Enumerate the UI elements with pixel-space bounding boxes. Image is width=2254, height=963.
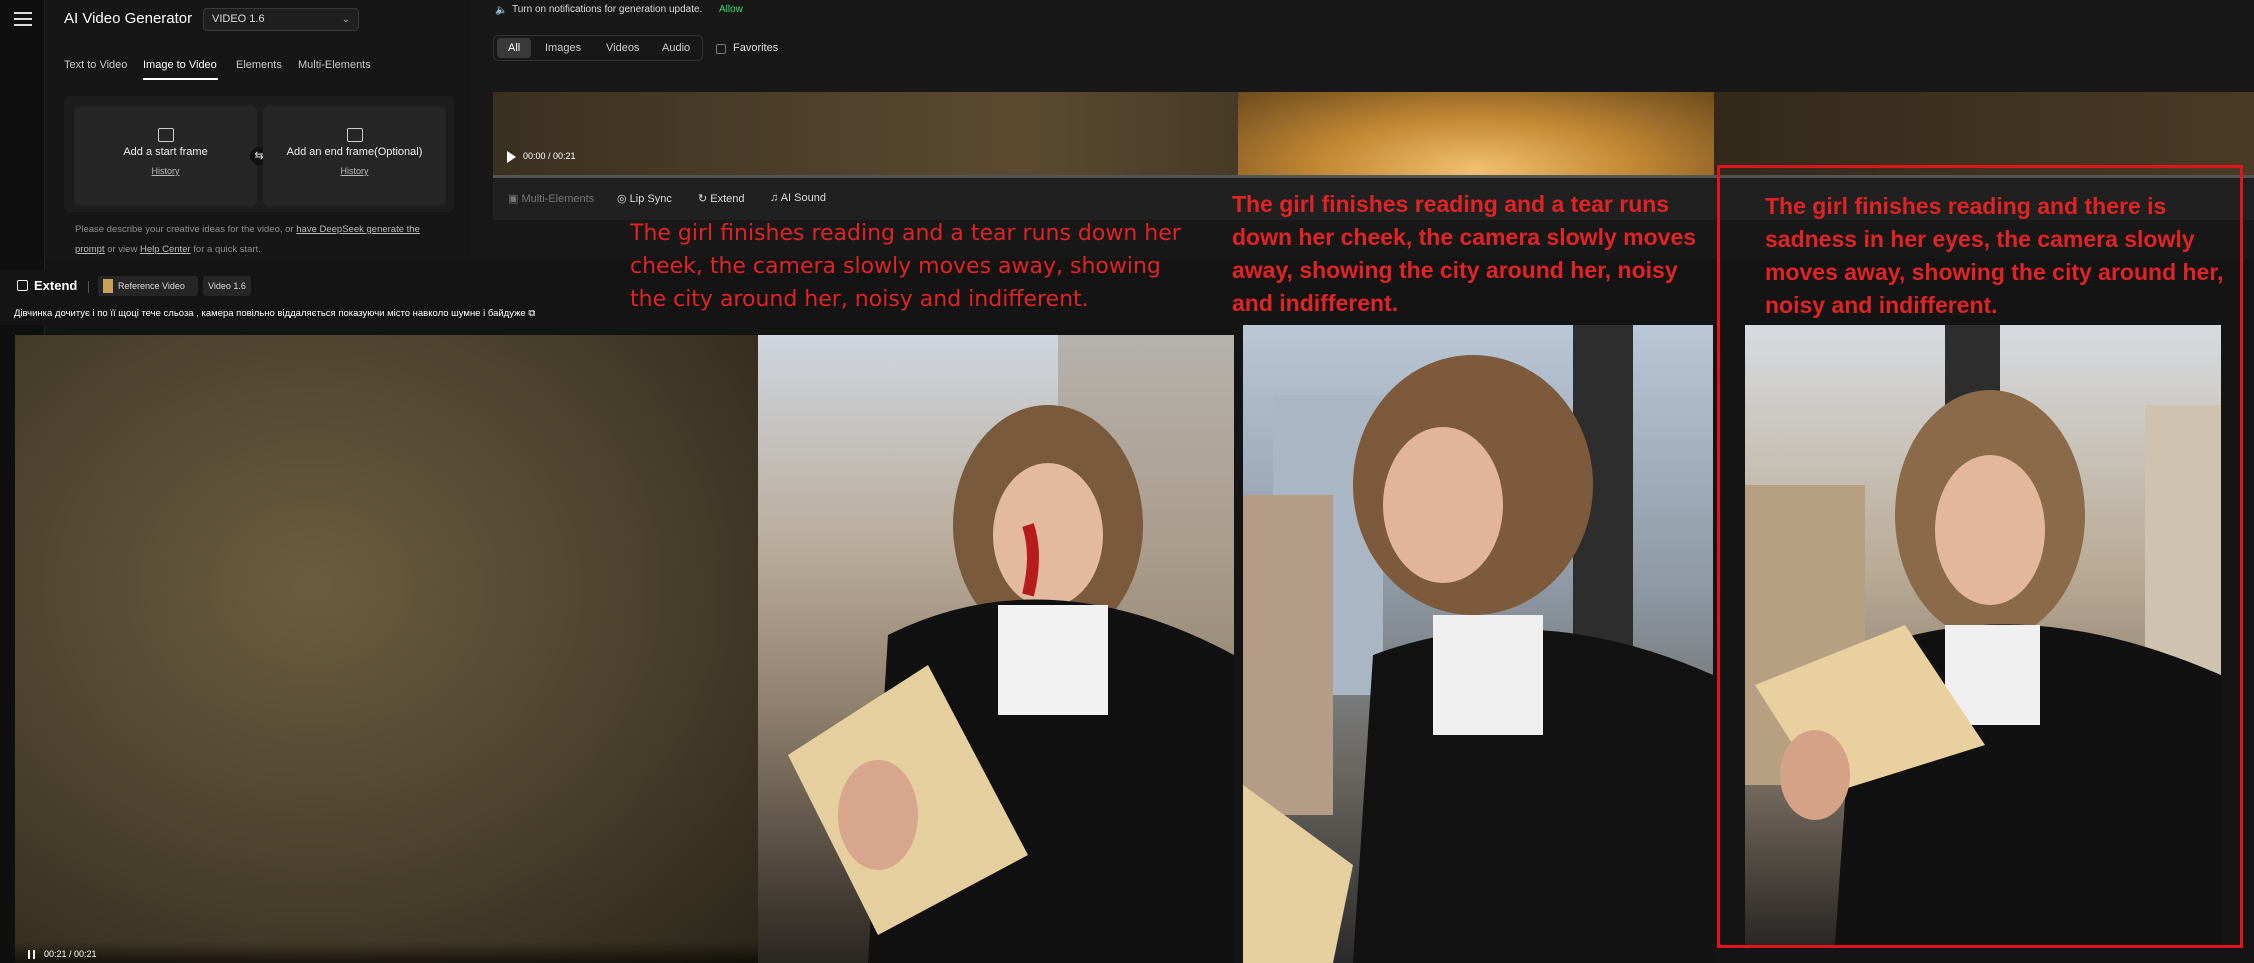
video-thumbnail (1238, 92, 1714, 178)
lip-sync-button[interactable]: ◎ Lip Sync (617, 192, 672, 205)
copy-icon[interactable]: ⧉ (528, 308, 535, 319)
extend-button[interactable]: ↻ Extend (698, 192, 745, 205)
hamburger-menu-icon[interactable] (14, 12, 32, 26)
filter-audio[interactable]: Audio (662, 42, 690, 54)
favorites-checkbox[interactable] (716, 44, 726, 54)
add-image-icon (157, 128, 174, 142)
filter-videos[interactable]: Videos (606, 42, 639, 54)
model-select-value: VIDEO 1.6 (212, 13, 265, 25)
app-title: AI Video Generator (64, 10, 193, 27)
version-chip: Video 1.6 (203, 276, 251, 296)
active-tab-indicator (143, 78, 218, 80)
extend-title: Extend (34, 278, 78, 293)
start-frame-card[interactable]: Add a start frame History (74, 106, 257, 206)
prompt-placeholder[interactable]: Please describe your creative ideas for … (75, 220, 445, 260)
lip-sync-label: Lip Sync (629, 193, 672, 205)
help-center-link[interactable]: Help Center (140, 244, 191, 255)
reference-video-label: Reference Video (118, 281, 185, 291)
multi-elements-label: Multi-Elements (521, 193, 595, 205)
speaker-icon: 🔈 (495, 5, 508, 16)
tab-text-to-video[interactable]: Text to Video (64, 59, 127, 71)
start-frame-history-link[interactable]: History (74, 166, 257, 176)
divider (1234, 325, 1243, 963)
extend-icon (17, 280, 28, 291)
end-frame-card[interactable]: Add an end frame(Optional) History (263, 106, 446, 206)
extend-prompt-text: Дівчинка дочитує і по її щоці тече сльоз… (14, 308, 526, 319)
caption-1: The girl finishes reading and a tear run… (630, 221, 1181, 312)
filter-images[interactable]: Images (545, 42, 581, 54)
add-image-icon (346, 128, 363, 142)
tab-image-to-video[interactable]: Image to Video (143, 59, 217, 71)
favorites-label: Favorites (733, 42, 779, 54)
chevron-down-icon: ⌄ (341, 14, 350, 25)
multi-elements-button[interactable]: ▣ Multi-Elements (508, 192, 594, 205)
placeholder-text: or view (104, 244, 140, 255)
video-time: 00:00 / 00:21 (523, 151, 576, 161)
allow-notifications-link[interactable]: Allow (719, 4, 743, 15)
main-video-controls (15, 942, 758, 963)
filter-all[interactable]: All (508, 42, 520, 54)
highlight-box (1717, 165, 2243, 948)
caption-2: The girl finishes reading and a tear run… (1232, 191, 1697, 316)
model-select[interactable]: VIDEO 1.6 ⌄ (203, 8, 359, 31)
tab-elements[interactable]: Elements (236, 59, 282, 71)
result-image-1 (758, 335, 1234, 963)
divider (88, 281, 89, 293)
placeholder-text: Please describe your creative ideas for … (75, 224, 297, 235)
extend-prompt: Дівчинка дочитує і по її щоці тече сльоз… (14, 308, 535, 319)
pause-icon[interactable] (28, 950, 35, 959)
ai-sound-label: AI Sound (780, 192, 826, 204)
result-image-2 (1243, 325, 1713, 963)
main-video-time: 00:21 / 00:21 (44, 949, 97, 959)
girl-reading-illustration (788, 335, 1234, 963)
main-video-frame[interactable] (15, 335, 758, 963)
start-frame-label: Add a start frame (123, 146, 208, 158)
notification-text: Turn on notifications for generation upd… (512, 4, 703, 15)
ai-sound-button[interactable]: ♫ AI Sound (770, 192, 826, 204)
tab-multi-elements[interactable]: Multi-Elements (298, 59, 371, 71)
extend-label: Extend (710, 193, 745, 205)
reference-video-chip[interactable]: Reference Video (98, 276, 198, 296)
placeholder-text: for a quick start. (190, 244, 261, 255)
end-frame-label: Add an end frame(Optional) (286, 146, 423, 158)
play-icon[interactable] (507, 151, 516, 163)
reference-thumbnail (103, 279, 113, 293)
girl-reading-illustration (1243, 325, 1713, 963)
end-frame-history-link[interactable]: History (263, 166, 446, 176)
